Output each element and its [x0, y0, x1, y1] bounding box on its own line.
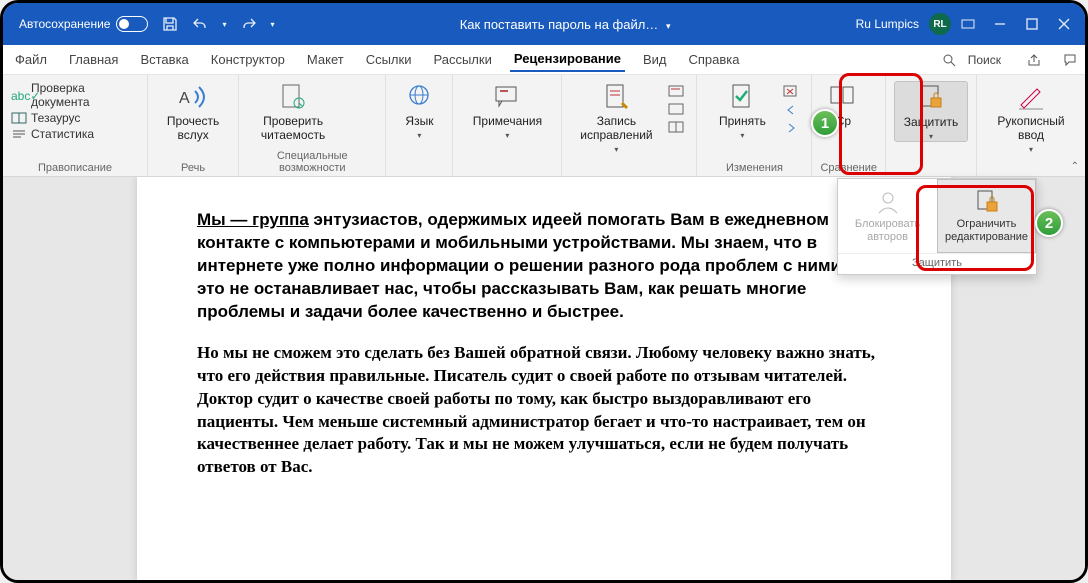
accessibility-icon — [277, 81, 309, 113]
undo-dropdown-icon[interactable]: ▾ — [222, 20, 226, 29]
comment-icon — [491, 81, 523, 113]
next-change-icon[interactable] — [783, 121, 803, 135]
statistics-button[interactable]: Статистика — [11, 127, 139, 141]
tab-layout[interactable]: Макет — [303, 48, 348, 71]
track-changes-button[interactable]: Запись исправлений ▾ — [570, 81, 662, 154]
group-label-spelling: Правописание — [11, 162, 139, 174]
paragraph-1: Мы — группа энтузиастов, одержимых идеей… — [197, 209, 891, 324]
dropdown-footer-label: Защитить — [838, 253, 1036, 274]
track-pane-icon[interactable] — [668, 121, 688, 135]
minimize-icon[interactable] — [993, 17, 1007, 31]
group-spelling: abc✓Проверка документа Тезаурус Статисти… — [3, 75, 148, 176]
share-icon[interactable] — [1027, 53, 1041, 67]
comments-icon[interactable] — [1063, 53, 1077, 67]
redo-icon[interactable] — [241, 16, 257, 32]
group-tracking: Запись исправлений ▾ — [562, 75, 697, 176]
tab-help[interactable]: Справка — [685, 48, 744, 71]
tab-home[interactable]: Главная — [65, 48, 122, 71]
tab-mailings[interactable]: Рассылки — [429, 48, 495, 71]
protect-dropdown: Блокировать авторов Ограничить редактиро… — [837, 178, 1037, 275]
group-label-accessibility: Специальные возможности — [247, 150, 377, 174]
group-compare: Ср Сравнение — [812, 75, 886, 176]
compare-button[interactable]: Ср — [820, 81, 866, 129]
accept-button[interactable]: Принять ▾ — [705, 81, 779, 140]
window-controls — [993, 17, 1071, 31]
thesaurus-button[interactable]: Тезаурус — [11, 111, 139, 125]
group-language: Язык ▾ — [386, 75, 453, 176]
ink-button[interactable]: Рукописный ввод ▾ — [985, 81, 1077, 154]
autosave-label: Автосохранение — [19, 17, 110, 31]
close-icon[interactable] — [1057, 17, 1071, 31]
quick-access-toolbar: ▾ ▾ — [162, 16, 274, 32]
chevron-down-icon: ▾ — [505, 131, 509, 140]
group-ink: Рукописный ввод ▾ — [977, 75, 1085, 176]
track-markup-icon[interactable] — [668, 103, 688, 117]
protect-button[interactable]: Защитить ▾ — [894, 81, 968, 142]
chevron-down-icon: ▾ — [1029, 145, 1033, 154]
block-authors-button: Блокировать авторов — [838, 179, 937, 253]
svg-text:A: A — [179, 90, 190, 107]
statistics-icon — [11, 128, 27, 140]
user-area: Ru Lumpics RL — [856, 13, 975, 35]
tab-references[interactable]: Ссылки — [362, 48, 416, 71]
save-icon[interactable] — [162, 16, 178, 32]
collapse-ribbon-icon[interactable]: ⌃ — [1071, 161, 1079, 172]
protect-icon — [915, 82, 947, 114]
spellcheck-icon: abc✓ — [11, 89, 27, 101]
document-title[interactable]: Как поставить пароль на файл… ▾ — [275, 17, 856, 32]
check-readability-button[interactable]: Проверить читаемость — [247, 81, 339, 143]
group-label-changes: Изменения — [705, 162, 803, 174]
tab-insert[interactable]: Вставка — [136, 48, 192, 71]
block-authors-icon — [874, 188, 902, 216]
comments-button[interactable]: Примечания ▾ — [461, 81, 553, 140]
tab-review[interactable]: Рецензирование — [510, 47, 625, 72]
chevron-down-icon: ▾ — [614, 145, 618, 154]
check-document-button[interactable]: abc✓Проверка документа — [11, 81, 139, 109]
search-icon[interactable] — [942, 53, 956, 67]
undo-icon[interactable] — [192, 16, 208, 32]
autosave-toggle[interactable]: Автосохранение — [19, 16, 148, 32]
track-changes-icon — [600, 81, 632, 113]
accept-icon — [726, 81, 758, 113]
ribbon-tabs: Файл Главная Вставка Конструктор Макет С… — [3, 45, 1085, 75]
app-window: Автосохранение ▾ ▾ Как поставить пароль … — [0, 0, 1088, 583]
toggle-off-icon[interactable] — [116, 16, 148, 32]
language-button[interactable]: Язык ▾ — [394, 81, 444, 140]
track-display-icon[interactable] — [668, 85, 688, 99]
group-protect: Защитить ▾ — [886, 75, 977, 176]
paragraph-2: Но мы не сможем это сделать без Вашей об… — [197, 342, 891, 480]
chevron-down-icon: ▾ — [740, 131, 744, 140]
group-label-compare: Сравнение — [820, 162, 877, 174]
ribbon-display-icon[interactable] — [961, 17, 975, 31]
chevron-down-icon: ▾ — [417, 131, 421, 140]
title-dropdown-icon: ▾ — [666, 21, 671, 31]
group-label-speech: Речь — [156, 162, 230, 174]
tab-design[interactable]: Конструктор — [207, 48, 289, 71]
restrict-editing-icon — [973, 188, 1001, 216]
compare-icon — [827, 81, 859, 113]
search-label[interactable]: Поиск — [968, 53, 1001, 67]
group-accessibility: Проверить читаемость Специальные возможн… — [239, 75, 386, 176]
group-changes: Принять ▾ Изменения — [697, 75, 812, 176]
read-aloud-button[interactable]: A Прочесть вслух — [156, 81, 230, 143]
thesaurus-icon — [11, 112, 27, 124]
tab-view[interactable]: Вид — [639, 48, 671, 71]
document-page: Мы — группа энтузиастов, одержимых идеей… — [137, 177, 951, 580]
reject-icon[interactable] — [783, 85, 803, 99]
restrict-editing-button[interactable]: Ограничить редактирование — [937, 179, 1036, 253]
language-icon — [403, 81, 435, 113]
user-name[interactable]: Ru Lumpics — [856, 17, 919, 31]
ink-icon — [1015, 81, 1047, 113]
previous-change-icon[interactable] — [783, 103, 803, 117]
group-comments: Примечания ▾ — [453, 75, 562, 176]
group-speech: A Прочесть вслух Речь — [148, 75, 239, 176]
title-bar: Автосохранение ▾ ▾ Как поставить пароль … — [3, 3, 1085, 45]
avatar[interactable]: RL — [929, 13, 951, 35]
read-aloud-icon: A — [177, 81, 209, 113]
doc-link[interactable]: Мы — группа — [197, 210, 309, 229]
tab-file[interactable]: Файл — [11, 48, 51, 71]
chevron-down-icon: ▾ — [929, 132, 933, 141]
maximize-icon[interactable] — [1025, 17, 1039, 31]
ribbon: abc✓Проверка документа Тезаурус Статисти… — [3, 75, 1085, 177]
